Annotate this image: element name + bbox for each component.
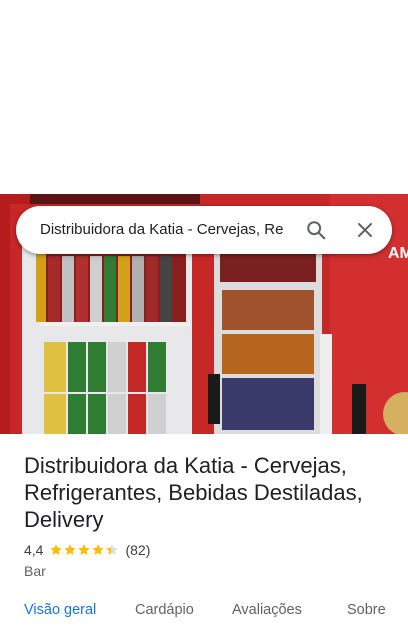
place-category[interactable]: Bar — [24, 563, 46, 579]
fridge-sign-text: AM — [388, 245, 408, 262]
tab-menu[interactable]: Cardápio — [135, 602, 194, 618]
close-button[interactable] — [349, 214, 381, 246]
place-tabs: Visão geral Cardápio Avaliações Sobre — [0, 596, 408, 628]
star-icon — [78, 544, 91, 555]
star-icon — [64, 544, 77, 555]
tab-about[interactable]: Sobre — [347, 602, 386, 618]
search-input[interactable]: Distribuidora da Katia - Cervejas, Re — [40, 206, 304, 254]
tab-reviews[interactable]: Avaliações — [232, 602, 302, 618]
star-icon — [50, 544, 63, 555]
search-bar: Distribuidora da Katia - Cervejas, Re — [16, 206, 392, 254]
star-rating — [49, 543, 119, 557]
star-icon — [106, 544, 119, 555]
search-button[interactable] — [300, 214, 332, 246]
map-blank-area — [0, 0, 408, 194]
place-title: Distribuidora da Katia - Cervejas, Refri… — [24, 453, 363, 532]
tab-overview[interactable]: Visão geral — [24, 602, 96, 618]
rating-value: 4,4 — [24, 542, 44, 558]
rating-row[interactable]: 4,4 (82) — [24, 541, 150, 559]
star-icon — [92, 544, 105, 555]
place-page: AM Distribuidora da Katia - Cervejas, Re… — [0, 0, 408, 628]
review-count[interactable]: (82) — [125, 542, 150, 558]
search-icon — [307, 221, 326, 240]
close-icon — [358, 223, 372, 237]
